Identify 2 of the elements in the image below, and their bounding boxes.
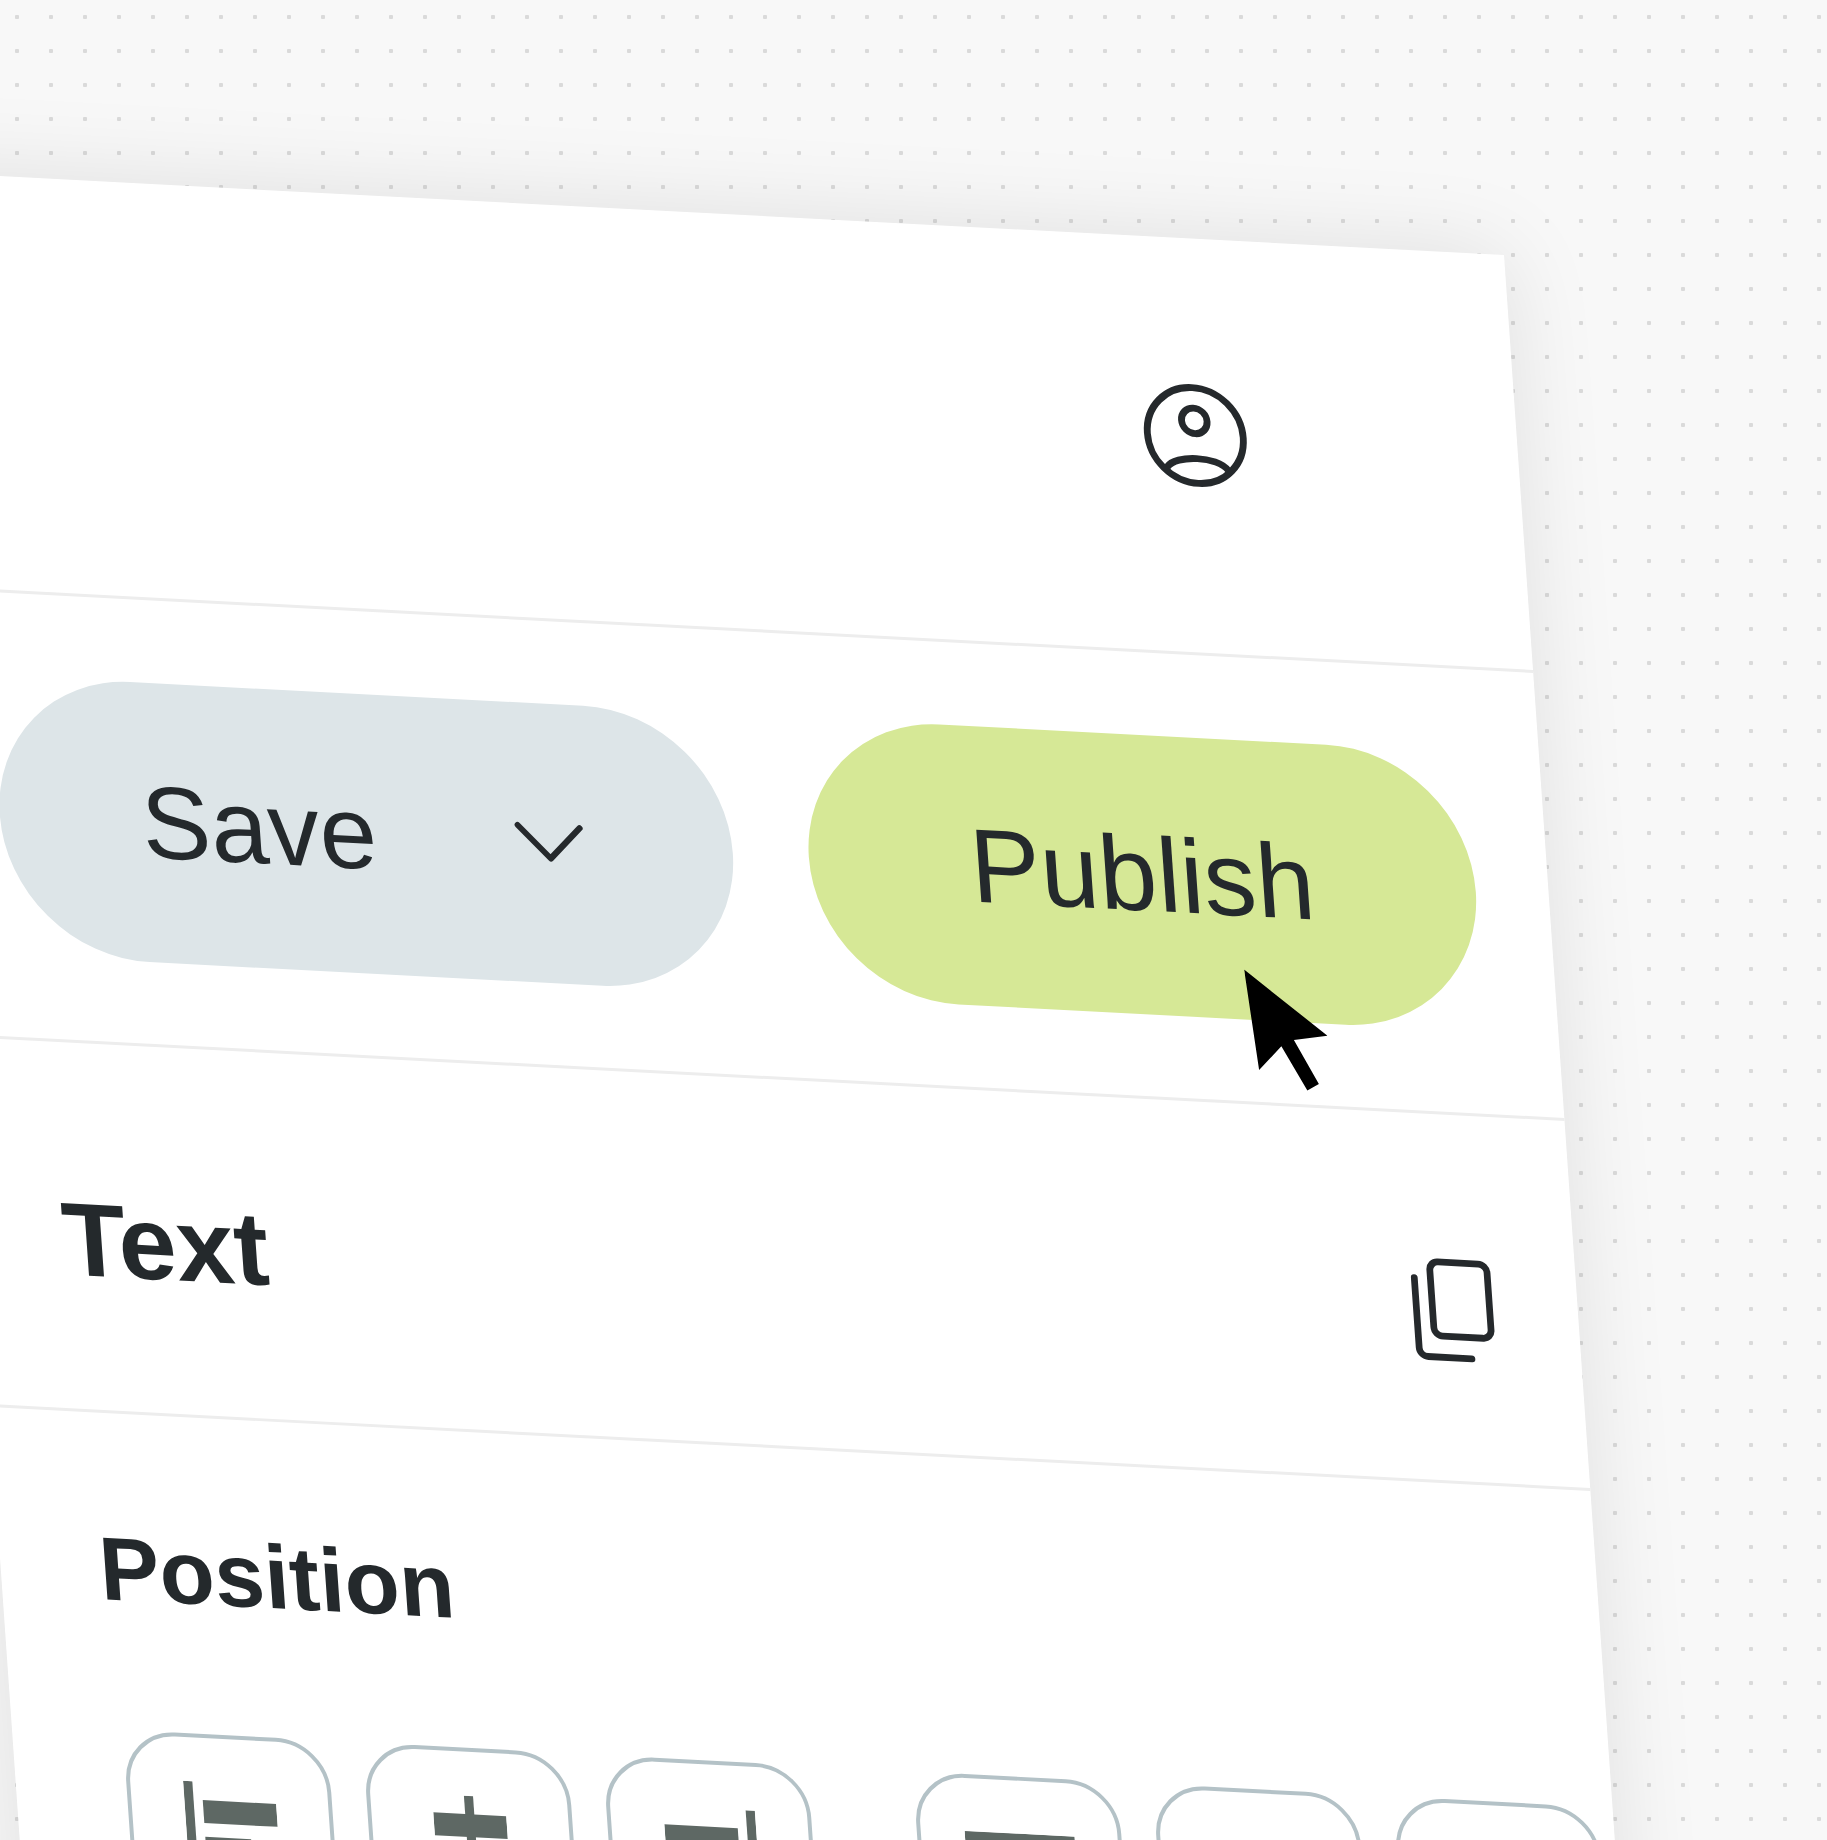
section-title: Position: [96, 1523, 458, 1632]
section-title: Text: [58, 1185, 273, 1301]
